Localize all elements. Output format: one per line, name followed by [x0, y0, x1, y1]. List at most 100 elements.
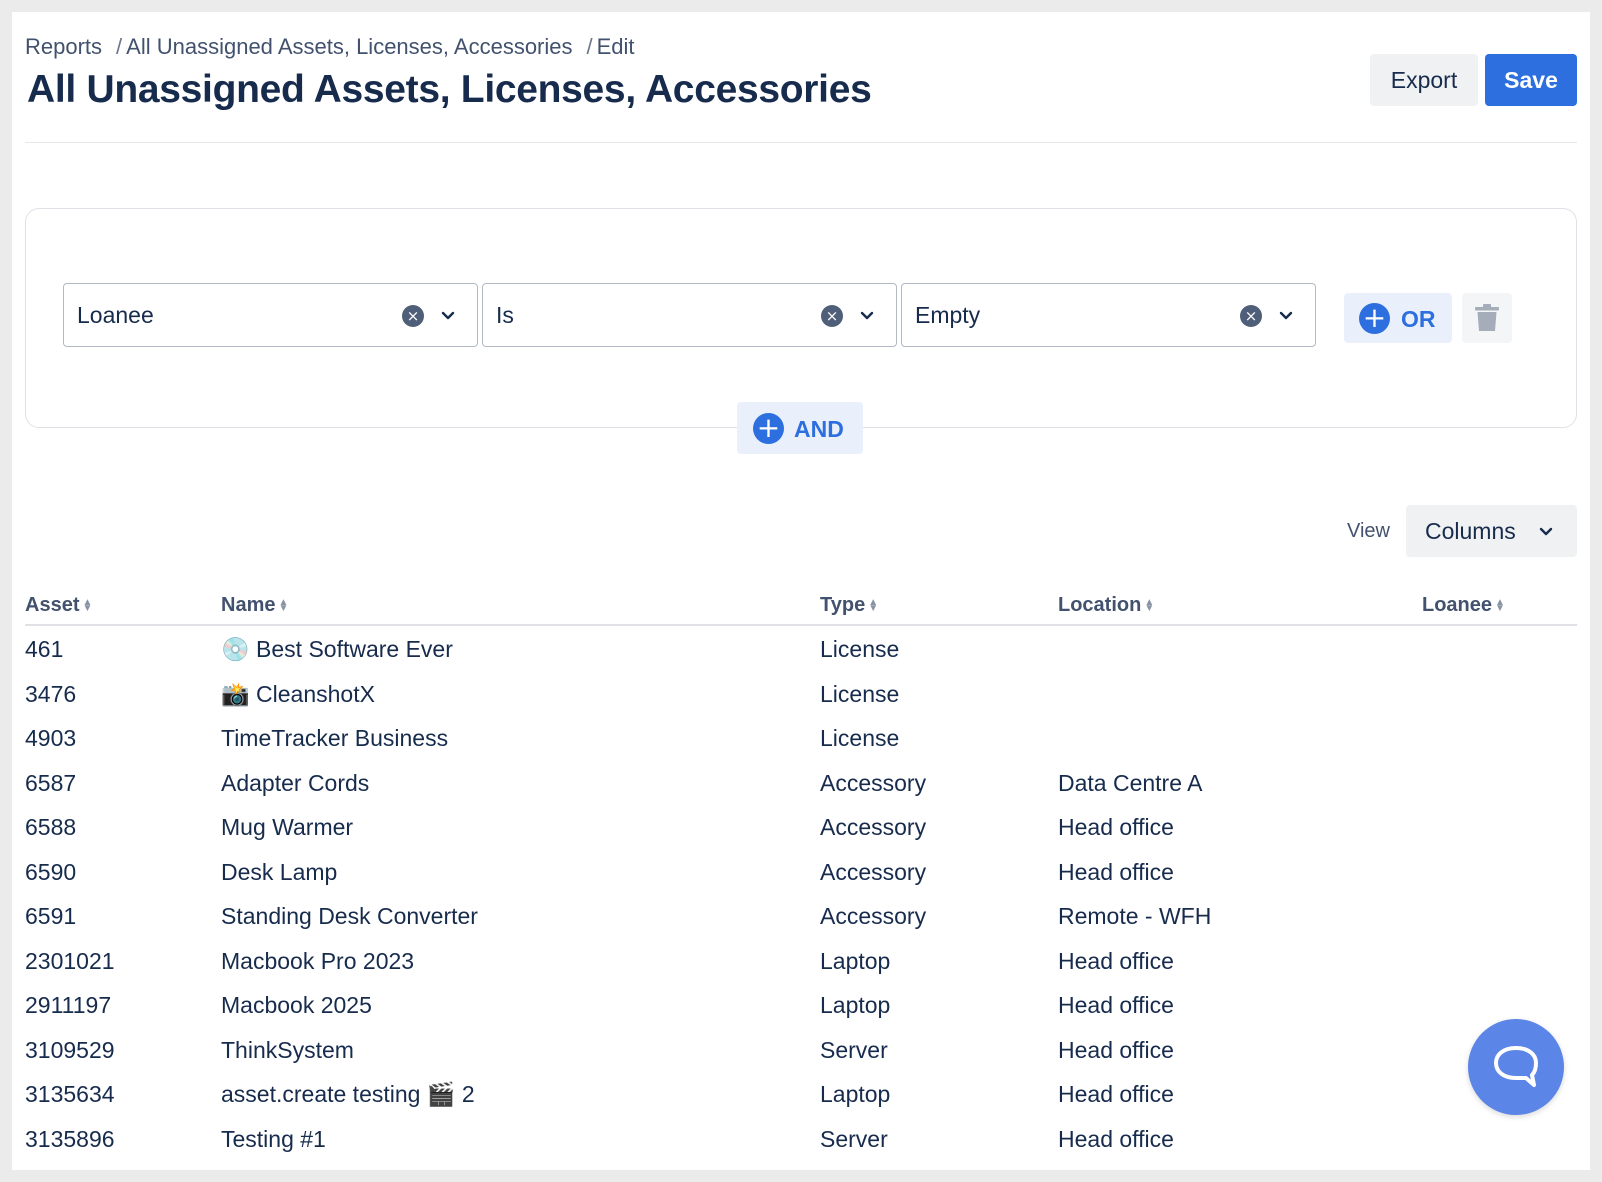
breadcrumb-separator: / — [116, 34, 123, 59]
breadcrumb-item-report[interactable]: All Unassigned Assets, Licenses, Accesso… — [126, 34, 572, 60]
cell-name: Macbook Pro 2023 — [221, 947, 415, 974]
cell-type: Accessory — [820, 903, 927, 929]
table-row[interactable]: 461 💿 Best Software Ever License — [25, 626, 1577, 671]
breadcrumb-separator: / — [586, 34, 593, 59]
cell-asset: 2911197 — [25, 992, 112, 1018]
filter-value-value: Empty — [915, 302, 981, 328]
and-label: AND — [794, 416, 844, 442]
filter-operator-select[interactable]: Is × — [482, 283, 897, 347]
cell-name: Adapter Cords — [221, 769, 370, 796]
plus-circle-icon: + — [1359, 303, 1390, 334]
clear-icon[interactable]: × — [821, 305, 843, 327]
cell-name: 📸 CleanshotX — [221, 680, 375, 707]
filter-field-value: Loanee — [77, 302, 154, 328]
export-button[interactable]: Export — [1370, 54, 1478, 106]
table-row[interactable]: 4903 TimeTracker Business License — [25, 715, 1577, 760]
columns-label: Columns — [1425, 518, 1516, 544]
column-header-type[interactable]: Type ▲ ▼ — [820, 594, 878, 617]
clear-icon[interactable]: × — [1240, 305, 1262, 327]
cell-type: Laptop — [820, 992, 891, 1018]
breadcrumb-item-reports[interactable]: Reports — [25, 34, 102, 60]
cell-name: Desk Lamp — [221, 858, 338, 885]
cell-location: Head office — [1058, 992, 1174, 1018]
chevron-down-icon[interactable] — [855, 300, 879, 330]
trash-icon — [1475, 304, 1499, 331]
table-row[interactable]: 3135634 asset.create testing 🎬 2 Laptop Hea… — [25, 1071, 1577, 1116]
table-row[interactable]: 3135896 Testing #1 Server Head office — [25, 1116, 1577, 1161]
table-row[interactable]: 2911197 Macbook 2025 Laptop Head office — [25, 982, 1577, 1027]
table-row[interactable]: 6588 Mug Warmer Accessory Head office — [25, 804, 1577, 849]
cell-name: ThinkSystem — [221, 1036, 354, 1063]
chevron-down-icon[interactable] — [1274, 300, 1298, 330]
cell-type: Accessory — [820, 814, 927, 840]
breadcrumb: Reports / All Unassigned Assets, License… — [25, 34, 635, 60]
cell-location: Head office — [1058, 814, 1174, 840]
page-title: All Unassigned Assets, Licenses, Accesso… — [27, 68, 872, 111]
cell-type: Accessory — [820, 858, 927, 885]
save-button[interactable]: Save — [1485, 54, 1577, 106]
cell-location: Head office — [1058, 1036, 1174, 1063]
cell-asset: 6588 — [25, 814, 77, 840]
cell-type: Server — [820, 1036, 888, 1063]
column-header-name[interactable]: Name ▲ ▼ — [221, 594, 288, 617]
filter-operator-value: Is — [496, 302, 514, 328]
cell-location: Remote - WFH — [1058, 903, 1212, 929]
chevron-down-icon — [1539, 527, 1553, 536]
cell-type: License — [820, 680, 900, 707]
table-row[interactable]: 3109529 ThinkSystem Server Head office — [25, 1027, 1577, 1072]
cell-name: 💿 Best Software Ever — [221, 636, 453, 662]
table-row[interactable]: 6591 Standing Desk Converter Accessory Remo… — [25, 893, 1577, 938]
table-row[interactable]: 6590 Desk Lamp Accessory Head office — [25, 849, 1577, 894]
cell-type: Laptop — [820, 947, 891, 974]
cell-type: Accessory — [820, 769, 927, 796]
cell-asset: 3109529 — [25, 1036, 115, 1063]
filter-field-select[interactable]: Loanee × — [63, 283, 478, 347]
cell-name: Mug Warmer — [221, 814, 354, 840]
column-header-loanee[interactable]: Loanee ▲ ▼ — [1422, 594, 1505, 617]
table-header: Asset ▲ ▼ Name ▲ ▼ Type ▲ ▼ Location ▲ ▼ Loanee ▲… — [25, 590, 1577, 626]
add-or-condition-button[interactable]: + OR — [1344, 293, 1452, 343]
report-table: Asset ▲ ▼ Name ▲ ▼ Type ▲ ▼ Location ▲ ▼ Loanee ▲… — [25, 590, 1577, 1160]
columns-dropdown-button[interactable]: Columns — [1406, 505, 1577, 557]
cell-type: License — [820, 636, 900, 662]
table-row[interactable]: 3476 📸 CleanshotX License — [25, 671, 1577, 716]
cell-type: Server — [820, 1125, 888, 1152]
filter-panel: Loanee × Is × Empty × + OR — [25, 208, 1577, 428]
cell-name: asset.create testing 🎬 2 — [221, 1081, 475, 1107]
table-body: 461 💿 Best Software Ever License 3476 📸 Clea… — [25, 626, 1577, 1160]
breadcrumb-item-edit: Edit — [596, 34, 635, 59]
sort-icon: ▲ ▼ — [1495, 596, 1505, 614]
chat-launcher-button[interactable] — [1468, 1019, 1564, 1115]
cell-name: Macbook 2025 — [221, 992, 372, 1018]
cell-asset: 4903 — [25, 725, 77, 751]
cell-asset: 6590 — [25, 858, 77, 885]
cell-type: License — [820, 725, 900, 751]
cell-location: Head office — [1058, 1081, 1174, 1107]
delete-condition-button[interactable] — [1462, 293, 1512, 343]
cell-asset: 6591 — [25, 903, 77, 929]
column-header-location[interactable]: Location ▲ ▼ — [1058, 594, 1154, 617]
add-and-condition-button[interactable]: + AND — [737, 402, 863, 454]
sort-icon: ▲ ▼ — [278, 596, 289, 614]
cell-name: TimeTracker Business — [221, 725, 449, 751]
cell-asset: 2301021 — [25, 947, 115, 974]
table-row[interactable]: 2301021 Macbook Pro 2023 Laptop Head office — [25, 938, 1577, 983]
page: Reports / All Unassigned Assets, License… — [12, 12, 1590, 1170]
clear-icon[interactable]: × — [402, 305, 424, 327]
header-divider — [25, 142, 1577, 143]
cell-name: Standing Desk Converter — [221, 903, 478, 929]
cell-location: Head office — [1058, 1125, 1174, 1152]
table-row[interactable]: 6587 Adapter Cords Accessory Data Centre A — [25, 760, 1577, 805]
cell-asset: 3135896 — [25, 1125, 115, 1152]
chevron-down-icon[interactable] — [436, 300, 460, 330]
cell-location: Head office — [1058, 858, 1174, 885]
cell-location: Data Centre A — [1058, 769, 1203, 796]
column-header-asset[interactable]: Asset ▲ ▼ — [25, 594, 92, 617]
plus-circle-icon: + — [753, 413, 784, 444]
cell-location: Head office — [1058, 947, 1174, 974]
sort-icon: ▲ ▼ — [868, 596, 879, 614]
chat-bubble-icon — [1494, 1046, 1538, 1087]
cell-asset: 461 — [25, 636, 64, 662]
filter-value-select[interactable]: Empty × — [901, 283, 1316, 347]
view-label: View — [1347, 520, 1390, 542]
